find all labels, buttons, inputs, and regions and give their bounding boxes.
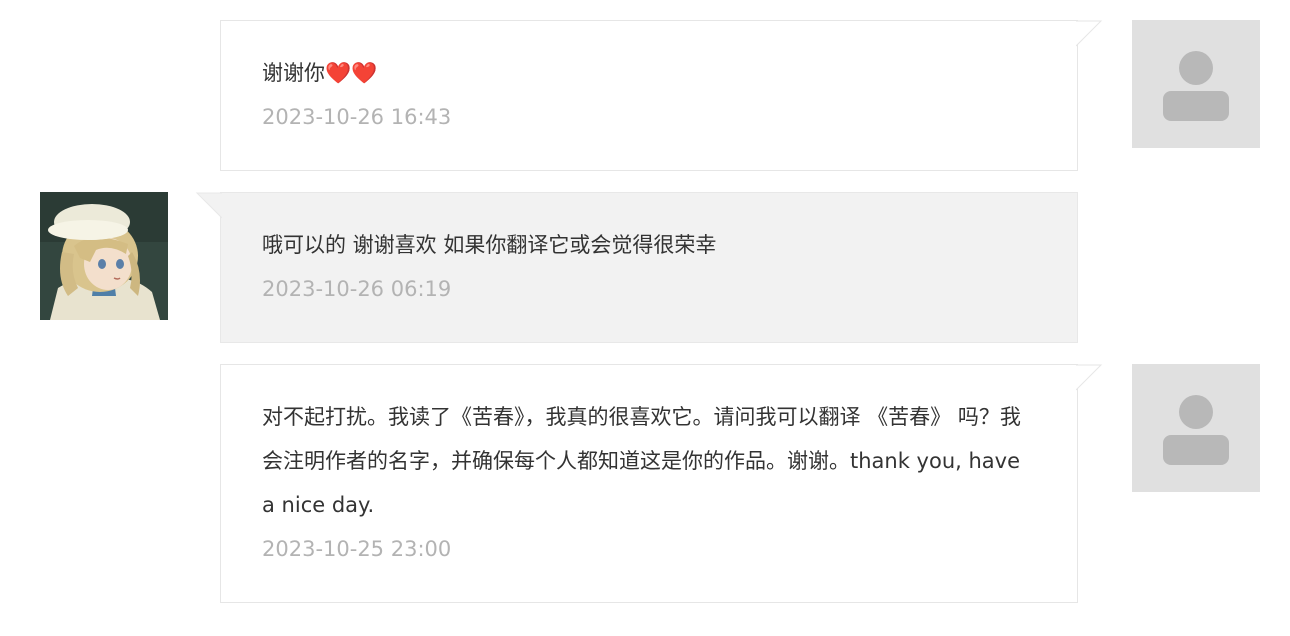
person-icon [1163, 51, 1229, 121]
message-text: 哦可以的 谢谢喜欢 如果你翻译它或会觉得很荣幸 [262, 233, 717, 257]
message-text: 谢谢你❤️❤️ [262, 61, 378, 85]
message-timestamp: 2023-10-26 06:19 [262, 277, 452, 301]
user-avatar-default[interactable] [1132, 364, 1260, 492]
message-timestamp: 2023-10-26 16:43 [262, 105, 452, 129]
message-timestamp: 2023-10-25 23:00 [262, 537, 452, 561]
person-icon [1163, 395, 1229, 465]
anime-girl-avatar-image [40, 192, 168, 320]
message-thread: 谢谢你❤️❤️ 2023-10-26 16:43 哦可以的 谢谢喜欢 如果你翻译… [0, 0, 1290, 636]
bubble-tail [195, 192, 222, 219]
bubble-tail [1076, 20, 1103, 47]
message-bubble-outgoing: 对不起打扰。我读了《苦春》，我真的很喜欢它。请问我可以翻译 《苦春》 吗？我会注… [220, 364, 1103, 603]
message-bubble-outgoing: 谢谢你❤️❤️ 2023-10-26 16:43 [220, 20, 1103, 171]
bubble-tail [1076, 364, 1103, 391]
user-avatar-default[interactable] [1132, 20, 1260, 148]
message-bubble-incoming: 哦可以的 谢谢喜欢 如果你翻译它或会觉得很荣幸 2023-10-26 06:19 [195, 192, 1078, 343]
message-text: 对不起打扰。我读了《苦春》，我真的很喜欢它。请问我可以翻译 《苦春》 吗？我会注… [262, 405, 1021, 517]
contact-avatar[interactable] [40, 192, 168, 320]
